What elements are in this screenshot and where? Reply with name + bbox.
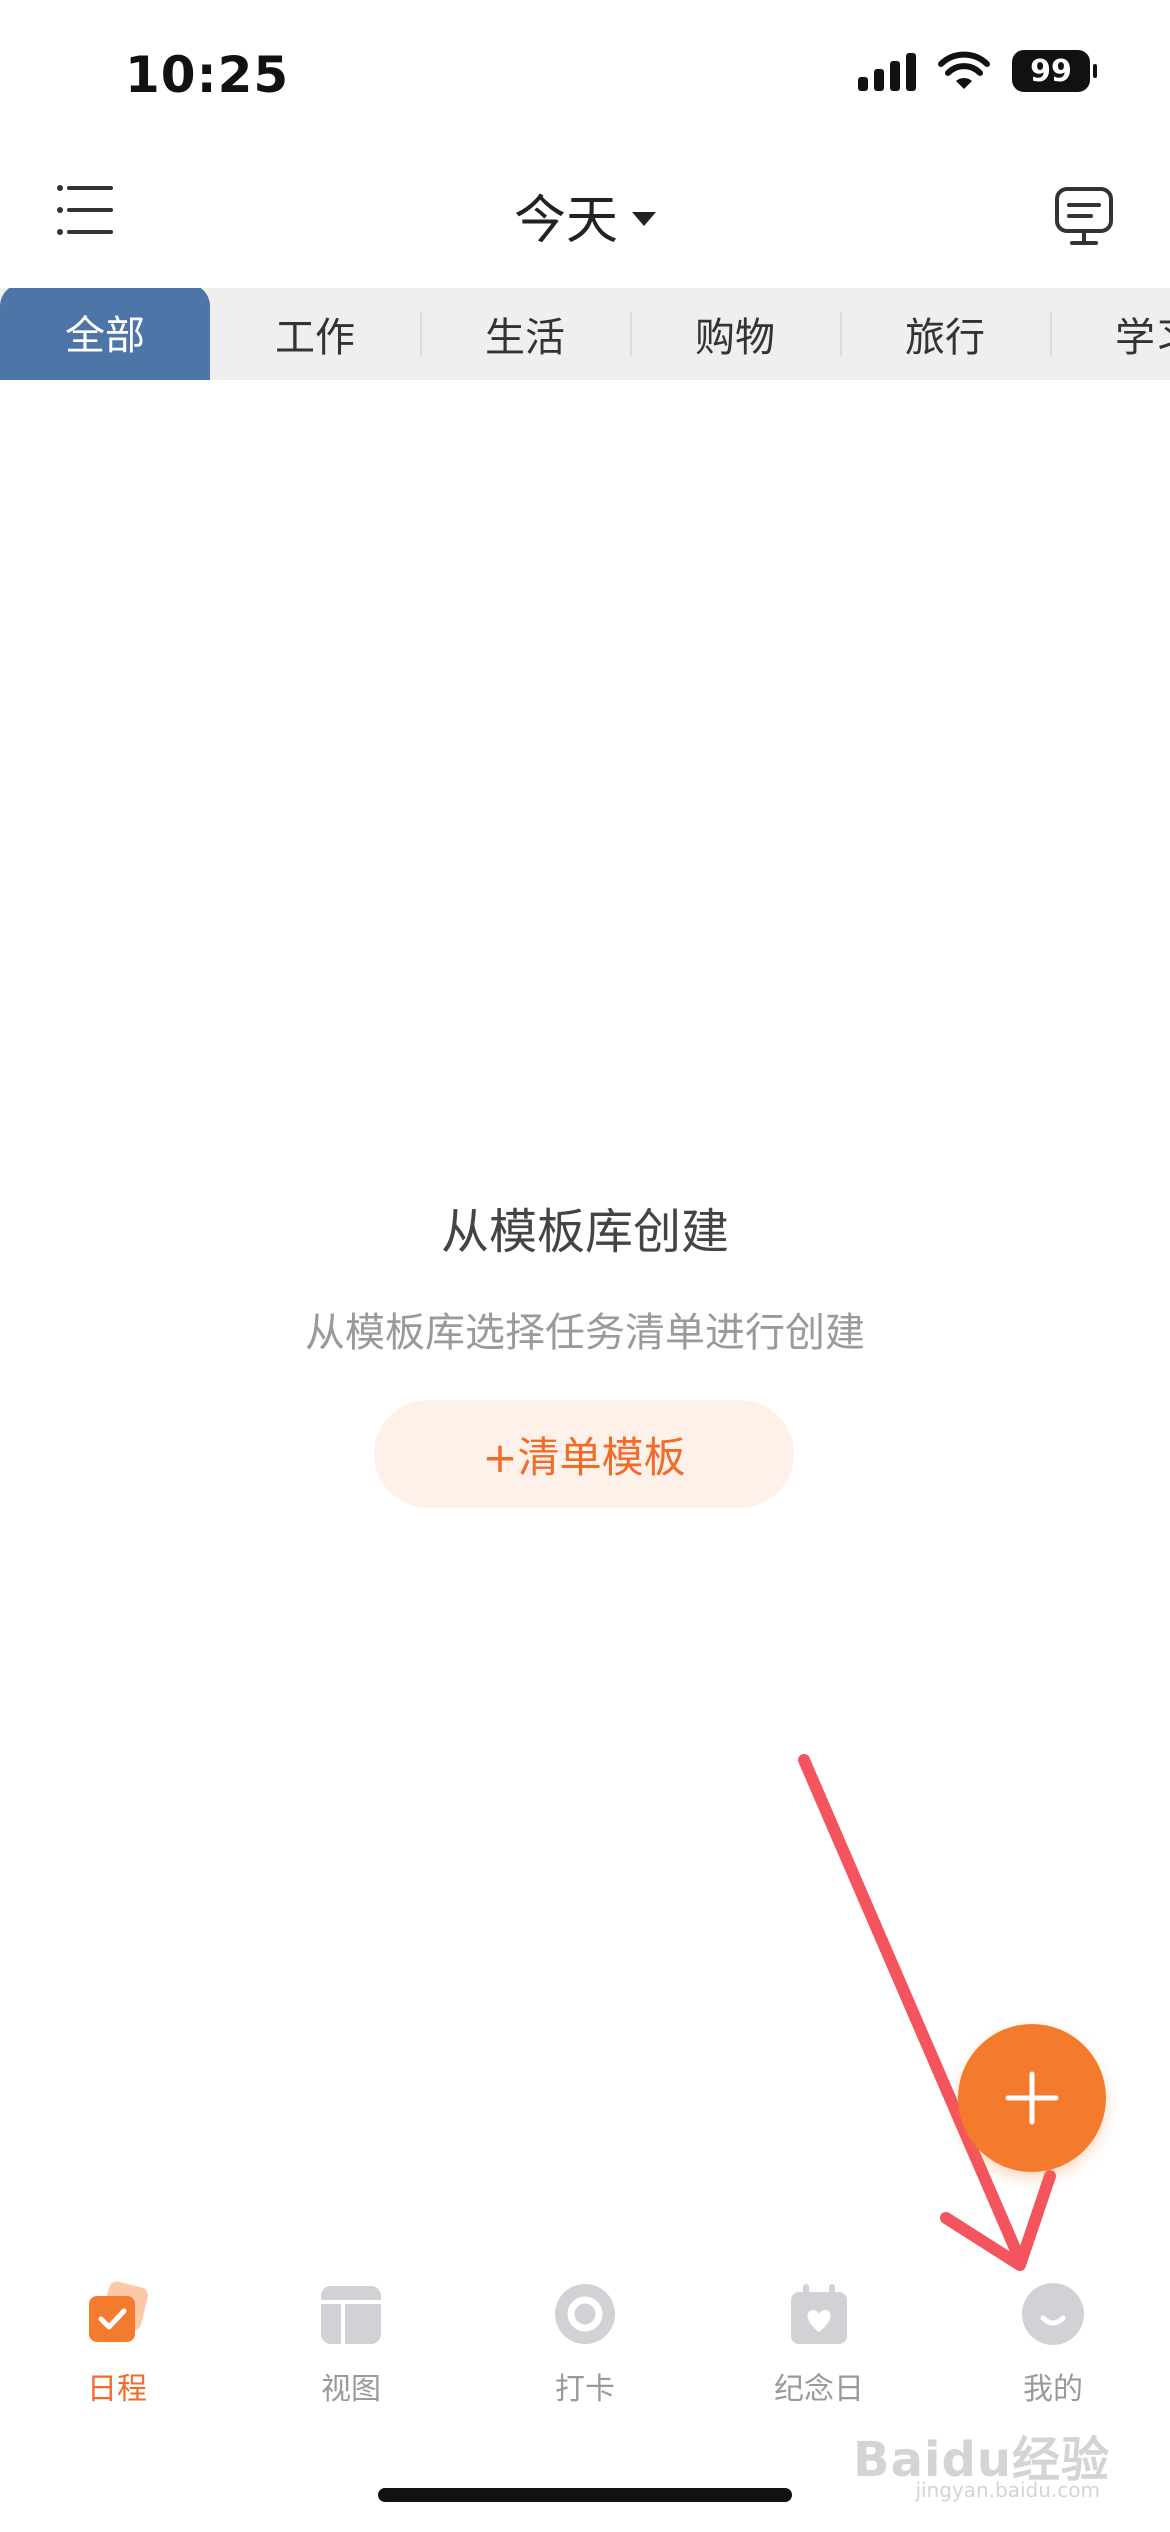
tab-shopping[interactable]: 购物 — [630, 288, 840, 380]
nav-anniversary[interactable]: 纪念日 — [719, 2280, 919, 2408]
schedule-check-icon — [89, 2281, 149, 2342]
cellular-signal-icon — [858, 51, 916, 91]
annotation-arrow-icon — [798, 1754, 1056, 2271]
caret-down-icon — [632, 211, 656, 226]
battery-icon: 99 — [1012, 50, 1097, 92]
app-screen: 10:25 99 今天 全部 工作 生活 购物 旅行 学 从模板库创建 从模板库… — [0, 0, 1170, 2532]
page-title: 今天 — [513, 191, 618, 251]
nav-profile-label: 我的 — [1023, 2372, 1083, 2407]
tab-study[interactable]: 学习 — [1050, 288, 1170, 380]
tab-work[interactable]: 工作 — [210, 288, 420, 380]
tab-travel[interactable]: 旅行 — [840, 288, 1050, 380]
nav-anniversary-label: 纪念日 — [774, 2372, 864, 2407]
message-board-icon[interactable] — [1053, 185, 1115, 247]
checkin-ring-icon — [555, 2284, 615, 2344]
empty-state-title: 从模板库创建 — [440, 1204, 729, 1260]
tab-all[interactable]: 全部 — [0, 288, 210, 380]
baidu-watermark-url: jingyan.baidu.com — [915, 2478, 1100, 2502]
nav-view[interactable]: 视图 — [251, 2280, 451, 2408]
status-time: 10:25 — [125, 46, 290, 104]
home-indicator[interactable] — [378, 2488, 792, 2502]
nav-checkin-label: 打卡 — [555, 2372, 615, 2407]
tab-life[interactable]: 生活 — [420, 288, 630, 380]
add-task-button[interactable] — [958, 2024, 1106, 2172]
list-template-button[interactable]: +清单模板 — [374, 1400, 794, 1508]
category-tabs: 全部 工作 生活 购物 旅行 学习 — [0, 288, 1170, 380]
nav-view-label: 视图 — [321, 2372, 381, 2407]
layout-view-icon — [321, 2286, 381, 2344]
battery-level: 99 — [1030, 53, 1072, 89]
profile-smile-icon — [1022, 2283, 1084, 2345]
nav-schedule-label: 日程 — [87, 2372, 147, 2407]
wifi-icon — [938, 51, 990, 89]
nav-profile[interactable]: 我的 — [953, 2280, 1153, 2408]
date-selector[interactable]: 今天 — [0, 178, 1170, 253]
plus-icon — [1005, 2071, 1059, 2125]
nav-schedule[interactable]: 日程 — [17, 2280, 217, 2408]
empty-state-subtitle: 从模板库选择任务清单进行创建 — [305, 1310, 865, 1356]
anniversary-calendar-icon — [791, 2284, 847, 2344]
status-indicators: 99 — [858, 50, 1097, 92]
nav-checkin[interactable]: 打卡 — [485, 2280, 685, 2408]
